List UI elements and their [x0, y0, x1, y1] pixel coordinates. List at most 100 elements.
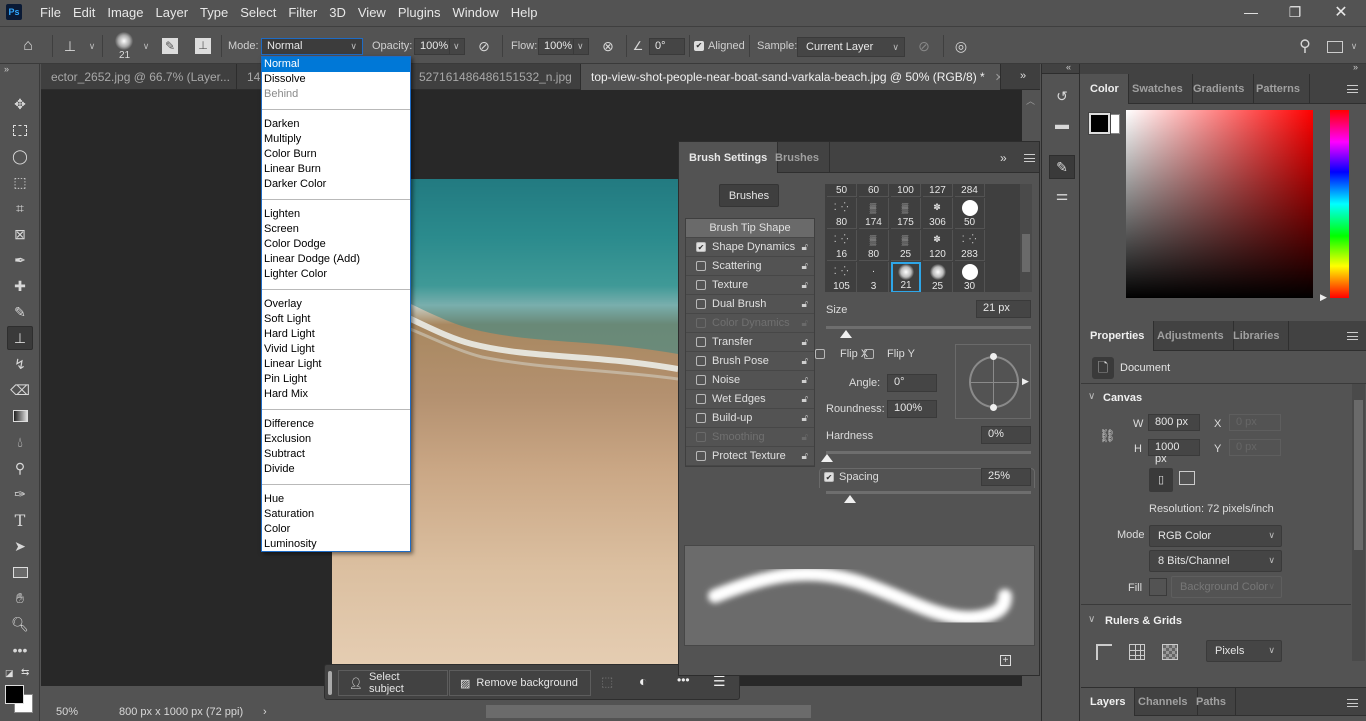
- portrait-orientation-icon[interactable]: ▯: [1149, 468, 1173, 492]
- drag-handle[interactable]: [328, 671, 332, 695]
- color-foreground-swatch[interactable]: [1088, 112, 1111, 135]
- tab-adjustments[interactable]: Adjustments: [1148, 321, 1234, 351]
- hardness-input[interactable]: 0%: [981, 426, 1031, 444]
- pen-tool-icon[interactable]: ✑: [7, 482, 33, 506]
- angle-input[interactable]: 0°: [887, 374, 937, 392]
- color-mode-select[interactable]: RGB Color ∨: [1149, 525, 1282, 547]
- roundness-handle[interactable]: [990, 353, 997, 360]
- clone-stamp-tool-icon[interactable]: ⊥: [7, 326, 33, 350]
- brush-angle-widget[interactable]: ▶: [955, 344, 1031, 419]
- create-new-brush-icon[interactable]: +: [1000, 655, 1011, 666]
- link-dimensions-icon[interactable]: ⛓: [1099, 428, 1116, 444]
- more-tabs-icon[interactable]: »: [1020, 70, 1026, 82]
- brush-tip[interactable]: ⁚ ⁛ 80: [827, 198, 857, 229]
- lock-icon[interactable]: 🔓︎: [802, 451, 808, 462]
- brushes-button[interactable]: Brushes: [719, 184, 779, 207]
- select-subject-button[interactable]: 👤︎ Select subject: [338, 670, 448, 696]
- option-checkbox[interactable]: [696, 413, 706, 423]
- blend-mode-option[interactable]: Color: [262, 522, 410, 537]
- blend-mode-option[interactable]: Linear Dodge (Add): [262, 252, 410, 267]
- ignore-adjustment-layers-icon[interactable]: ⊘: [914, 36, 934, 56]
- hardness-slider[interactable]: [826, 451, 1031, 454]
- fill-select[interactable]: Background Color ∨: [1171, 576, 1282, 598]
- hue-slider[interactable]: [1330, 110, 1349, 298]
- clone-stamp-preset-icon[interactable]: ⊥: [60, 36, 80, 56]
- rulers-icon[interactable]: [1096, 644, 1112, 660]
- option-checkbox[interactable]: [696, 375, 706, 385]
- brush-option-scattering[interactable]: Scattering 🔓︎: [686, 257, 814, 276]
- menu-type[interactable]: Type: [194, 5, 234, 20]
- doc-tab[interactable]: 527161486486151532_n.jpg✕: [409, 64, 581, 90]
- tab-paths[interactable]: Paths: [1187, 688, 1236, 716]
- menu-3d[interactable]: 3D: [323, 5, 352, 20]
- marquee-tool-icon[interactable]: [7, 118, 33, 142]
- grid-icon[interactable]: [1129, 644, 1145, 660]
- blend-mode-option[interactable]: Luminosity: [262, 537, 410, 552]
- tab-layers[interactable]: Layers: [1081, 688, 1136, 716]
- brush-tip[interactable]: 30: [955, 262, 985, 292]
- x-input[interactable]: 0 px: [1229, 414, 1281, 431]
- pressure-opacity-icon[interactable]: ⊘: [474, 36, 494, 56]
- lock-icon[interactable]: 🔓︎: [802, 413, 808, 424]
- brush-tip[interactable]: · 3: [859, 262, 889, 292]
- path-selection-tool-icon[interactable]: ➤: [7, 534, 33, 558]
- blend-mode-option[interactable]: Exclusion: [262, 432, 410, 447]
- bit-depth-select[interactable]: 8 Bits/Channel ∨: [1149, 550, 1282, 572]
- brush-tip[interactable]: 284: [955, 184, 985, 197]
- menu-layer[interactable]: Layer: [150, 5, 195, 20]
- brush-tip[interactable]: ▒ 80: [859, 230, 889, 261]
- blend-mode-option[interactable]: Linear Light: [262, 357, 410, 372]
- flip-y-checkbox[interactable]: [864, 349, 874, 359]
- menu-edit[interactable]: Edit: [67, 5, 101, 20]
- fill-swatch[interactable]: [1149, 578, 1167, 596]
- type-tool-icon[interactable]: T: [7, 508, 33, 532]
- remove-background-button[interactable]: ▨ Remove background: [449, 670, 591, 696]
- properties-scrollbar[interactable]: [1352, 384, 1365, 661]
- blend-mode-option[interactable]: Hue: [262, 492, 410, 507]
- blend-mode-option[interactable]: Linear Burn: [262, 162, 410, 177]
- size-slider[interactable]: [826, 326, 1031, 329]
- blend-mode-option[interactable]: Darken: [262, 117, 410, 132]
- zoom-level[interactable]: 50%: [56, 706, 78, 718]
- spot-healing-tool-icon[interactable]: ✚: [7, 274, 33, 298]
- expand-toolbar-icon[interactable]: »: [4, 64, 9, 74]
- hardness-slider-thumb[interactable]: [821, 454, 833, 462]
- tips-scroll-thumb[interactable]: [1022, 234, 1030, 272]
- blend-mode-option[interactable]: Hard Light: [262, 327, 410, 342]
- menu-window[interactable]: Window: [446, 5, 504, 20]
- comments-panel-icon[interactable]: ▬: [1049, 112, 1075, 136]
- lasso-tool-icon[interactable]: ◯: [7, 144, 33, 168]
- clone-source-panel-icon[interactable]: ⚌: [1049, 183, 1075, 207]
- home-icon[interactable]: ⌂: [18, 36, 38, 56]
- brush-tip[interactable]: 100: [891, 184, 921, 197]
- lock-icon[interactable]: 🔓︎: [802, 356, 808, 367]
- collapse-icons-icon[interactable]: «: [1066, 62, 1071, 72]
- close-window-button[interactable]: ✕: [1318, 0, 1364, 24]
- zoom-tool-icon[interactable]: 🔍︎: [7, 612, 33, 636]
- transparency-grid-icon[interactable]: [1162, 644, 1178, 660]
- menu-plugins[interactable]: Plugins: [392, 5, 447, 20]
- brush-option-texture[interactable]: Texture 🔓︎: [686, 276, 814, 295]
- brush-option-transfer[interactable]: Transfer 🔓︎: [686, 333, 814, 352]
- option-checkbox[interactable]: [696, 356, 706, 366]
- units-select[interactable]: Pixels ∨: [1206, 640, 1282, 662]
- blend-mode-option[interactable]: Color Burn: [262, 147, 410, 162]
- brush-settings-toggle-icon[interactable]: ✎: [160, 36, 180, 56]
- menu-view[interactable]: View: [352, 5, 392, 20]
- lock-icon[interactable]: 🔓︎: [802, 261, 808, 272]
- option-checkbox[interactable]: [696, 451, 706, 461]
- color-field[interactable]: [1126, 110, 1313, 298]
- aligned-checkbox[interactable]: ✔: [694, 41, 704, 51]
- brush-picker-chevron-icon[interactable]: ∨: [136, 36, 156, 56]
- crop-tool-icon[interactable]: ⌗: [7, 196, 33, 220]
- mode-select[interactable]: Normal ∨: [261, 38, 363, 55]
- tab-color[interactable]: Color: [1081, 74, 1129, 104]
- blend-mode-option[interactable]: Screen: [262, 222, 410, 237]
- brush-settings-panel-icon[interactable]: ✎: [1049, 155, 1075, 179]
- flip-x-checkbox[interactable]: [815, 349, 825, 359]
- blend-mode-option[interactable]: Saturation: [262, 507, 410, 522]
- spacing-input[interactable]: 25%: [981, 468, 1031, 486]
- lock-icon[interactable]: 🔓︎: [802, 337, 808, 348]
- tab-swatches[interactable]: Swatches: [1123, 74, 1193, 104]
- option-checkbox[interactable]: [696, 280, 706, 290]
